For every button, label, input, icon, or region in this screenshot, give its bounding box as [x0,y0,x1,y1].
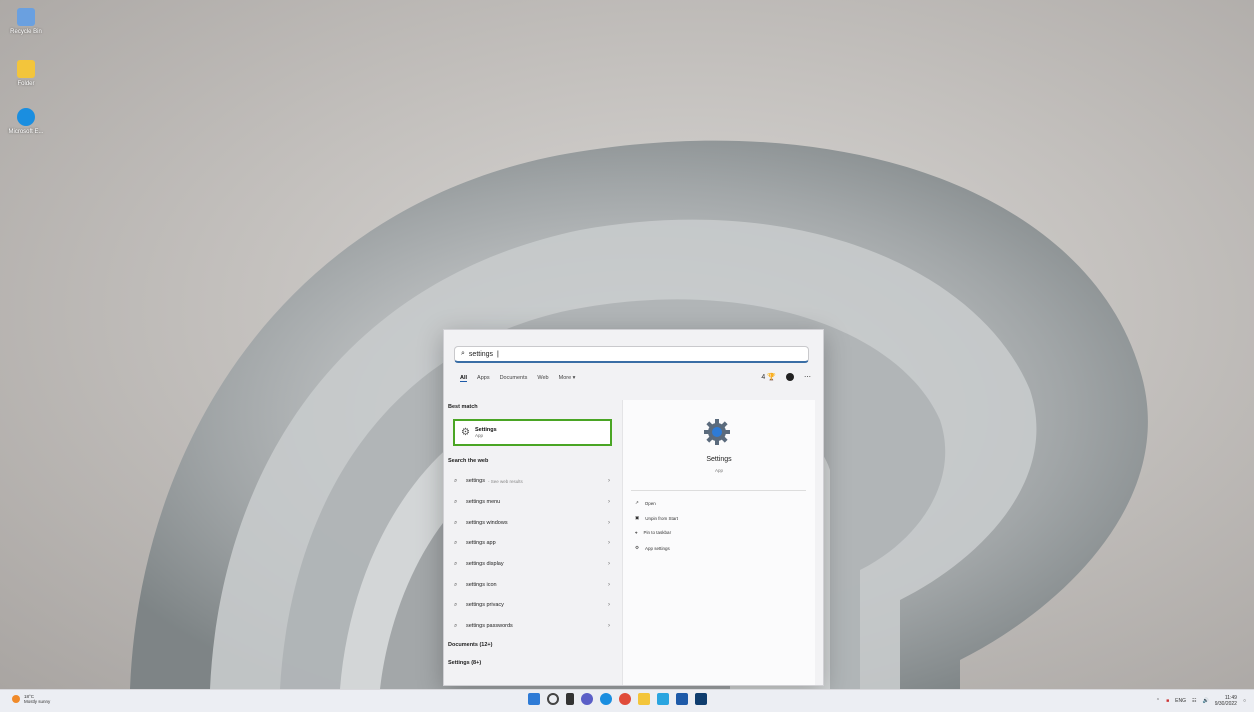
open-icon: ↗ [635,500,639,505]
mail-icon[interactable] [676,693,688,705]
chat-icon[interactable] [581,693,593,705]
search-icon: ⌕ [454,622,458,629]
web-result[interactable]: ⌕ settings app › [454,536,610,550]
unpin-icon: ▣ [635,515,640,520]
desktop-icon-label: Microsoft E... [8,129,44,135]
system-tray: ⌃ ■ ENG ☷ 🔊 11:49 9/30/2022 ○ [1156,695,1246,707]
chevron-right-icon: › [608,520,610,526]
edge-icon [17,108,35,126]
search-icon: ⌕ [454,519,458,526]
task-view-icon[interactable] [566,693,574,705]
action-open[interactable]: ↗ Open [635,500,656,506]
tray-apps-icon[interactable]: ■ [1166,698,1169,704]
search-icon: ⌕ [454,581,458,588]
gear-icon: ⚙ [635,545,640,550]
web-result[interactable]: ⌕ settings - See web results › [454,474,610,488]
chevron-right-icon: › [608,499,610,505]
web-result[interactable]: ⌕ settings menu › [454,495,610,509]
web-result[interactable]: ⌕ settings display › [454,557,610,571]
search-web-heading: Search the web [448,458,489,464]
edge-icon[interactable] [600,693,612,705]
chevron-right-icon: › [608,582,610,588]
volume-icon[interactable]: 🔊 [1202,698,1208,704]
search-icon[interactable] [547,693,559,705]
search-icon: ⌕ [461,350,465,357]
search-tabs: All Apps Documents Web More ▾ [460,375,575,382]
web-result[interactable]: ⌕ settings passwords › [454,619,610,633]
tab-all[interactable]: All [460,375,468,382]
desktop-icon-recycle-bin[interactable]: Recycle Bin [4,8,48,35]
detail-pane: Settings App ↗ Open ▣ Unpin from Start ⌖ Pi… [622,400,815,685]
desktop-icon-folder[interactable]: Folder [4,60,48,87]
divider [631,490,806,491]
search-icon: ⌕ [454,560,458,567]
search-input[interactable]: ⌕ settings | [454,346,809,363]
tab-apps[interactable]: Apps [477,375,490,382]
notifications-icon[interactable]: ○ [1243,698,1246,704]
gear-icon: ⚙ [461,427,470,438]
desktop-icon-edge[interactable]: Microsoft E... [4,108,48,135]
file-explorer-icon[interactable] [638,693,650,705]
chevron-right-icon: › [608,602,610,608]
tab-web[interactable]: Web [537,375,548,382]
chevron-right-icon: › [608,623,610,629]
more-options-icon[interactable]: ⋯ [804,373,811,381]
folder-icon [17,60,35,78]
terminal-icon[interactable] [695,693,707,705]
detail-title: Settings [706,456,732,463]
search-header-actions: 4 🏆 ⋯ [761,373,811,381]
pin-icon: ⌖ [635,530,638,535]
clock[interactable]: 11:49 9/30/2022 [1215,695,1237,707]
sun-icon [12,695,20,703]
chevron-up-icon[interactable]: ⌃ [1156,698,1160,704]
web-result[interactable]: ⌕ settings icon › [454,578,610,592]
settings-heading[interactable]: Settings (8+) [448,660,481,666]
search-panel: ⌕ settings | All Apps Documents Web More … [443,329,824,686]
best-match-settings[interactable]: ⚙ Settings App [453,419,612,446]
search-icon: ⌕ [454,477,458,484]
web-result[interactable]: ⌕ settings windows › [454,516,610,530]
search-icon: ⌕ [454,539,458,546]
store-icon[interactable] [657,693,669,705]
recycle-bin-icon [17,8,35,26]
tab-more[interactable]: More ▾ [559,375,576,382]
documents-heading[interactable]: Documents (12+) [448,642,492,648]
chevron-right-icon: › [608,478,610,484]
action-pin-taskbar[interactable]: ⌖ Pin to taskbar [635,530,671,535]
weather-widget[interactable]: 18°C Mostly sunny [12,694,50,704]
best-match-heading: Best match [448,404,478,410]
search-icon: ⌕ [454,498,458,505]
desktop-icon-label: Folder [17,81,35,87]
language-indicator[interactable]: ENG [1175,698,1186,704]
chevron-right-icon: › [608,540,610,546]
gear-icon [704,419,730,445]
search-query: settings [468,350,494,358]
web-result[interactable]: ⌕ settings privacy › [454,598,610,612]
action-app-settings[interactable]: ⚙ App settings [635,545,670,551]
avatar[interactable] [786,373,794,381]
wifi-icon[interactable]: ☷ [1192,698,1196,704]
tab-documents[interactable]: Documents [500,375,528,382]
taskbar-apps [528,693,707,705]
date: 9/30/2022 [1214,701,1237,707]
weather-desc: Mostly sunny [24,699,51,704]
start-icon[interactable] [528,693,540,705]
desktop-icon-label: Recycle Bin [10,29,42,35]
chevron-right-icon: › [608,561,610,567]
rewards-points[interactable]: 4 🏆 [761,373,776,381]
action-unpin-start[interactable]: ▣ Unpin from Start [635,515,678,521]
best-match-type: App [474,433,483,438]
taskbar: 18°C Mostly sunny ⌃ ■ ENG ☷ 🔊 11:49 9/30… [0,689,1254,712]
detail-subtitle: App [714,468,723,473]
search-icon: ⌕ [454,601,458,608]
chrome-icon[interactable] [619,693,631,705]
